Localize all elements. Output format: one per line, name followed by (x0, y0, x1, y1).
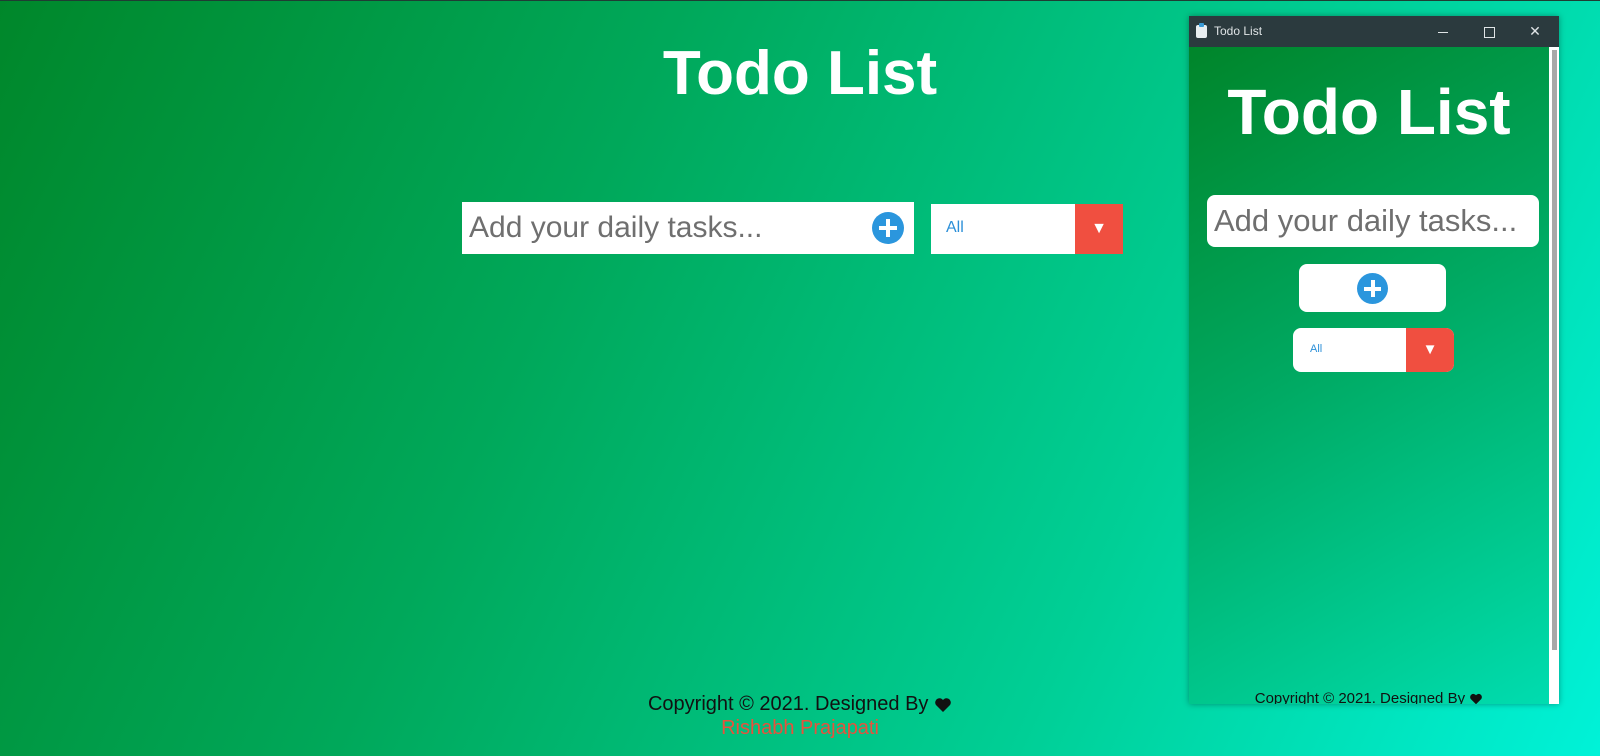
dropdown-arrow-icon[interactable]: ▼ (1406, 328, 1454, 372)
heart-icon (1470, 693, 1483, 704)
window-add-todo-button[interactable] (1299, 264, 1446, 312)
window-title: Todo List (1214, 24, 1263, 38)
scrollbar-thumb[interactable] (1552, 50, 1557, 650)
window-scrollbar[interactable] (1549, 47, 1559, 704)
todo-form: All ▼ (462, 202, 1123, 256)
footer-author-link[interactable]: Rishabh Prajapati (0, 716, 1600, 740)
minimize-button[interactable] (1420, 16, 1466, 47)
app-window: Todo List ✕ Todo List All ▼ Copyright © … (1189, 16, 1559, 704)
window-page-title: Todo List (1227, 76, 1511, 148)
window-filter-select[interactable]: All ▼ (1293, 328, 1454, 372)
window-footer: Copyright © 2021. Designed By (1189, 690, 1549, 704)
heart-icon (935, 697, 951, 712)
filter-selected-value: All (946, 219, 964, 236)
maximize-icon (1483, 26, 1495, 38)
todo-input[interactable] (462, 202, 857, 254)
window-footer-copyright: Copyright © 2021. Designed By (1254, 690, 1466, 704)
footer-copyright: Copyright © 2021. Designed By (647, 693, 929, 715)
top-border (0, 0, 1600, 1)
window-todo-input[interactable] (1207, 195, 1539, 247)
window-titlebar[interactable]: Todo List ✕ (1189, 16, 1559, 47)
app-icon (1196, 23, 1207, 38)
close-button[interactable]: ✕ (1512, 16, 1558, 47)
todo-input-container (462, 202, 914, 254)
plus-icon-vertical (1371, 280, 1375, 297)
maximize-button[interactable] (1466, 16, 1512, 47)
plus-icon-vertical (886, 219, 890, 237)
window-content: Todo List All ▼ Copyright © 2021. Design… (1189, 47, 1549, 704)
window-filter-selected-value: All (1310, 343, 1323, 355)
plus-circle-icon (1357, 273, 1388, 304)
dropdown-arrow-icon[interactable]: ▼ (1075, 204, 1123, 254)
add-todo-button[interactable] (872, 212, 904, 244)
minimize-icon (1438, 31, 1448, 33)
close-icon: ✕ (1529, 23, 1541, 39)
filter-select[interactable]: All ▼ (931, 204, 1123, 254)
